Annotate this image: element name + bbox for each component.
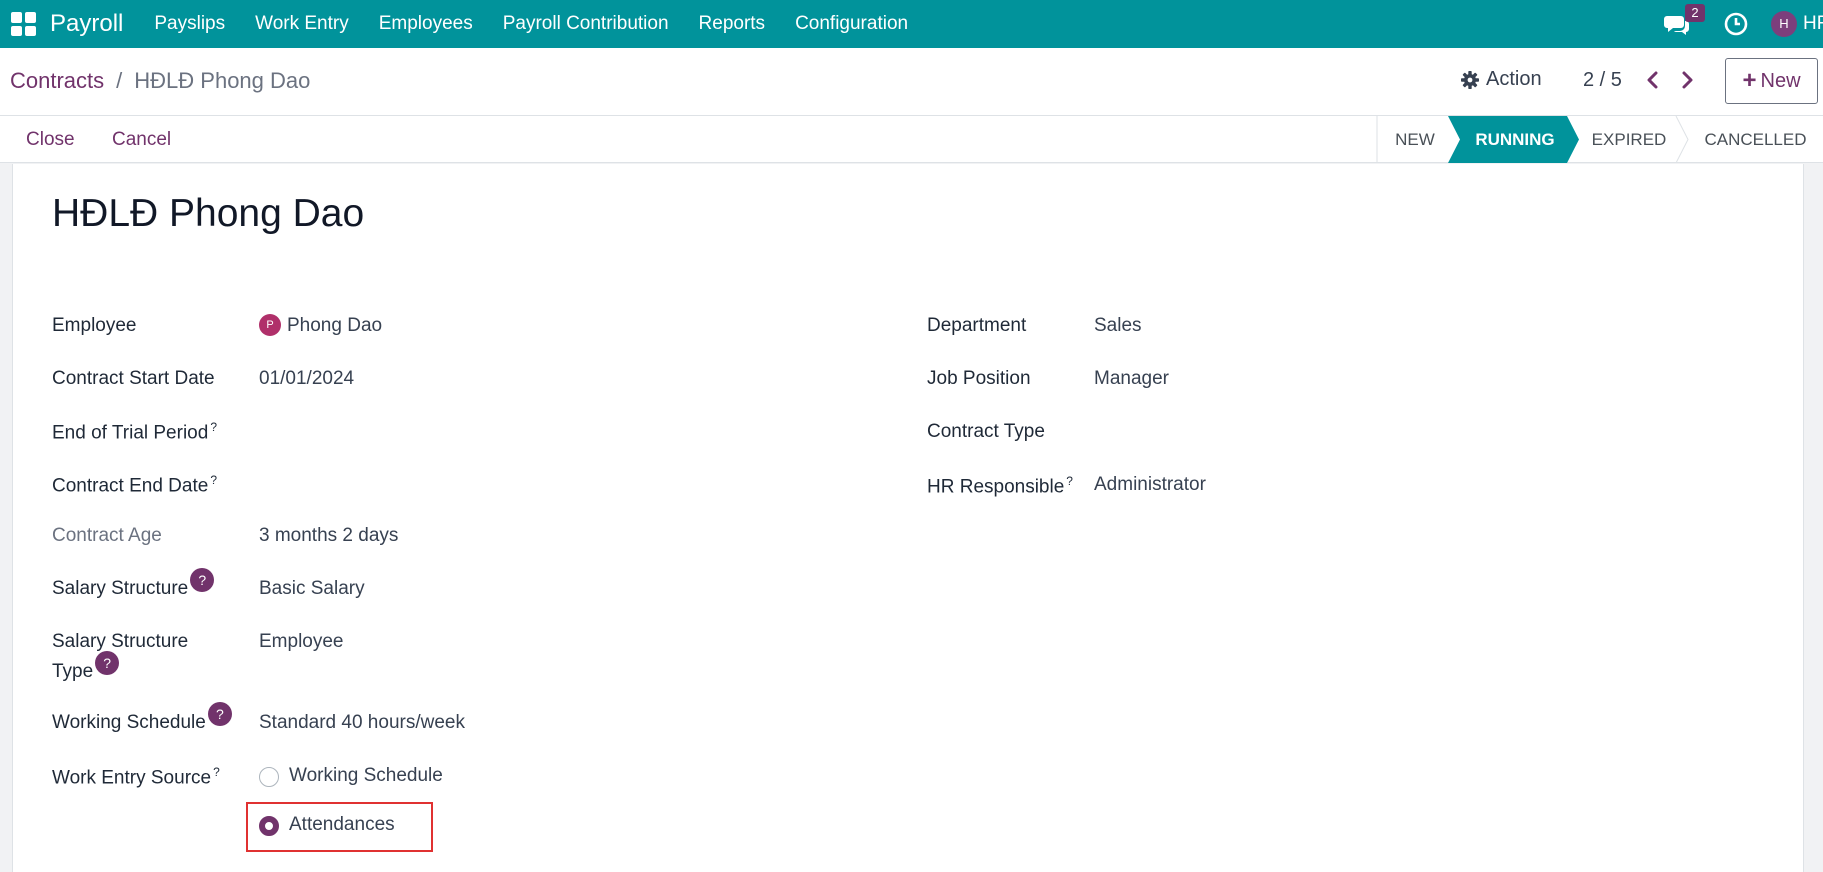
messages-icon[interactable]: 2 bbox=[1663, 4, 1705, 38]
stage-new[interactable]: NEW bbox=[1380, 116, 1450, 163]
hr-responsible-label: HR Responsible? bbox=[927, 474, 1073, 498]
radio-working-schedule-label[interactable]: Working Schedule bbox=[289, 765, 443, 787]
work-entry-source-label: Work Entry Source? bbox=[52, 765, 220, 789]
menu-work-entry[interactable]: Work Entry bbox=[240, 0, 364, 48]
radio-working-schedule[interactable] bbox=[259, 767, 279, 787]
cancel-button[interactable]: Cancel bbox=[112, 129, 171, 151]
salary-structure-type-help-icon[interactable]: ? bbox=[95, 651, 120, 675]
form-statusbar: Close Cancel NEW RUNNING EXPIRED CANCELL… bbox=[0, 116, 1823, 163]
salary-structure-label: Salary Structure? bbox=[52, 568, 215, 602]
navbar-systray: 2 H HR bbox=[1663, 0, 1823, 48]
gear-icon bbox=[1461, 70, 1479, 89]
employee-avatar: P bbox=[259, 314, 281, 336]
contract-age-label: Contract Age bbox=[52, 525, 162, 546]
form-sheet: HĐLĐ Phong Dao Employee P Phong Dao Contr… bbox=[12, 164, 1804, 872]
menu-payroll-contribution[interactable]: Payroll Contribution bbox=[488, 0, 684, 48]
department-value[interactable]: Sales bbox=[1094, 315, 1142, 337]
menu-employees[interactable]: Employees bbox=[364, 0, 488, 48]
salary-structure-help-icon[interactable]: ? bbox=[190, 568, 215, 592]
pager-value[interactable]: 2 / 5 bbox=[1583, 69, 1622, 92]
employee-field[interactable]: P Phong Dao bbox=[259, 314, 383, 337]
user-name[interactable]: HR bbox=[1803, 13, 1823, 35]
breadcrumb-contracts[interactable]: Contracts bbox=[10, 68, 104, 94]
menu-reports[interactable]: Reports bbox=[684, 0, 781, 48]
working-schedule-help-icon[interactable]: ? bbox=[207, 702, 232, 726]
department-label: Department bbox=[927, 315, 1027, 336]
salary-structure-value[interactable]: Basic Salary bbox=[259, 578, 365, 600]
action-button[interactable]: Action bbox=[1460, 68, 1542, 91]
trial-help-mark[interactable]: ? bbox=[210, 420, 217, 434]
plus-icon: + bbox=[1742, 67, 1757, 94]
top-navbar: Payroll Payslips Work Entry Employees Pa… bbox=[0, 0, 1823, 48]
messages-badge: 2 bbox=[1685, 4, 1705, 22]
breadcrumb: Contracts / HĐLĐ Phong Dao bbox=[10, 68, 310, 94]
new-label: New bbox=[1760, 69, 1801, 92]
action-label: Action bbox=[1486, 68, 1542, 90]
working-schedule-value[interactable]: Standard 40 hours/week bbox=[259, 712, 465, 734]
menu-payslips[interactable]: Payslips bbox=[139, 0, 240, 48]
user-avatar[interactable]: H bbox=[1771, 11, 1797, 37]
contract-end-label: Contract End Date? bbox=[52, 473, 217, 497]
employee-value: Phong Dao bbox=[287, 315, 383, 337]
contract-start-value[interactable]: 01/01/2024 bbox=[259, 368, 354, 390]
control-panel: Contracts / HĐLĐ Phong Dao Action 2 / 5 bbox=[0, 48, 1823, 116]
app-brand[interactable]: Payroll bbox=[50, 10, 123, 38]
salary-structure-type-value[interactable]: Employee bbox=[259, 631, 344, 653]
attendances-highlight-box bbox=[246, 802, 433, 852]
breadcrumb-separator: / bbox=[116, 68, 123, 93]
contract-start-label: Contract Start Date bbox=[52, 368, 215, 389]
apps-menu-icon[interactable] bbox=[10, 11, 36, 37]
working-schedule-label: Working Schedule? bbox=[52, 702, 232, 736]
salary-structure-type-label-line2: Type? bbox=[52, 651, 120, 685]
hr-responsible-value[interactable]: Administrator bbox=[1094, 474, 1206, 496]
job-position-value[interactable]: Manager bbox=[1094, 368, 1169, 390]
stage-pipeline: NEW RUNNING EXPIRED CANCELLED bbox=[1376, 116, 1823, 163]
stage-cancelled[interactable]: CANCELLED bbox=[1688, 116, 1823, 163]
menu-configuration[interactable]: Configuration bbox=[780, 0, 923, 48]
end-help-mark[interactable]: ? bbox=[210, 473, 217, 487]
trial-period-label: End of Trial Period? bbox=[52, 420, 217, 444]
breadcrumb-current: HĐLĐ Phong Dao bbox=[134, 68, 311, 93]
stage-expired[interactable]: EXPIRED bbox=[1579, 116, 1679, 163]
contract-type-label: Contract Type bbox=[927, 421, 1045, 442]
stage-running[interactable]: RUNNING bbox=[1460, 116, 1570, 163]
chevron-right-icon[interactable] bbox=[1678, 70, 1696, 90]
close-button[interactable]: Close bbox=[26, 129, 75, 151]
record-title[interactable]: HĐLĐ Phong Dao bbox=[52, 192, 364, 236]
new-button[interactable]: + New bbox=[1725, 58, 1818, 104]
contract-age-value: 3 months 2 days bbox=[259, 525, 399, 546]
job-position-label: Job Position bbox=[927, 368, 1031, 389]
employee-label: Employee bbox=[52, 315, 137, 336]
activity-clock-icon[interactable] bbox=[1723, 11, 1749, 37]
hr-responsible-help-mark[interactable]: ? bbox=[1066, 474, 1073, 488]
work-entry-source-help-mark[interactable]: ? bbox=[213, 765, 220, 779]
chevron-left-icon[interactable] bbox=[1644, 70, 1662, 90]
salary-structure-type-label-line1: Salary Structure bbox=[52, 631, 189, 652]
